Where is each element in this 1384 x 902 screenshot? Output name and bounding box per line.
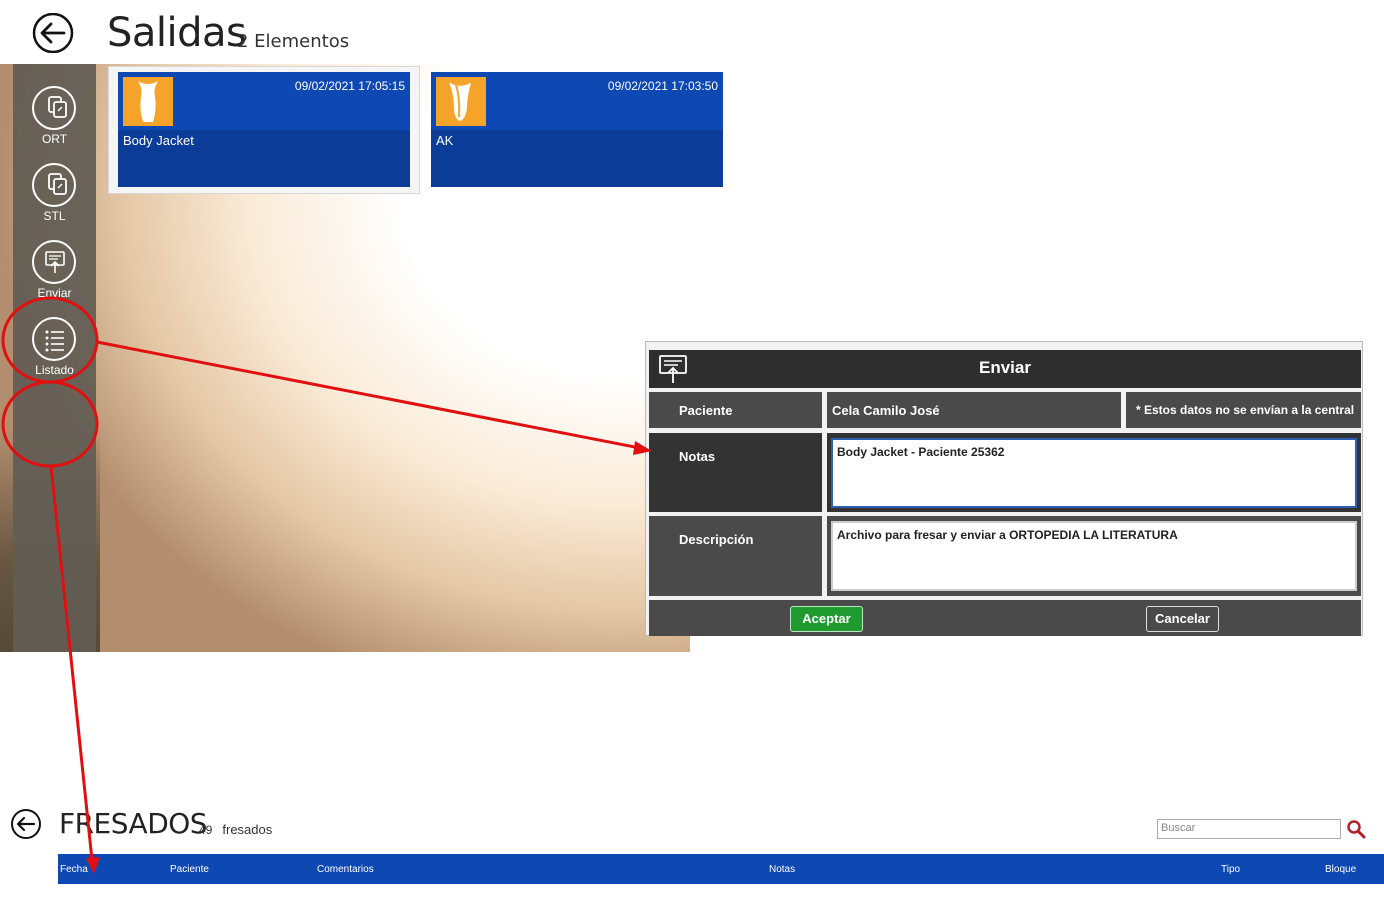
column-header-comentarios[interactable]: Comentarios <box>317 864 374 875</box>
dialog-footer: Aceptar Cancelar <box>649 600 1361 636</box>
tile-date: 09/02/2021 17:03:50 <box>607 79 718 93</box>
sidebar-item-label: ORT <box>41 132 68 146</box>
fresados-count: 49 fresados <box>199 822 272 837</box>
document-copy-icon <box>48 96 67 118</box>
table-header: Fecha Paciente Comentarios Notas Tipo Bl… <box>58 854 1384 884</box>
sidebar-item-ort[interactable]: ORT <box>13 86 96 158</box>
dialog-header: Enviar <box>649 350 1361 388</box>
paciente-value: Cela Camilo José <box>832 403 940 418</box>
paciente-label: Paciente <box>679 403 733 418</box>
back-arrow-icon[interactable] <box>10 808 42 840</box>
privacy-note-cell: * Estos datos no se envían a la central <box>1126 392 1361 428</box>
column-header-paciente[interactable]: Paciente <box>170 864 209 875</box>
cancel-button[interactable]: Cancelar <box>1146 606 1219 632</box>
send-upload-icon <box>45 251 65 273</box>
send-dialog: Enviar Paciente Cela Camilo José * Estos… <box>645 341 1363 636</box>
tile-date: 09/02/2021 17:05:15 <box>294 79 405 93</box>
notas-field[interactable]: Body Jacket - Paciente 25362 <box>831 438 1357 508</box>
tile-name: Body Jacket <box>123 133 194 148</box>
descripcion-field-cell: Archivo para fresar y enviar a ORTOPEDIA… <box>827 516 1361 596</box>
notas-label-cell: Notas <box>649 433 822 512</box>
column-header-bloque[interactable]: Bloque <box>1325 864 1356 875</box>
fresados-title: FRESADOS <box>59 807 208 840</box>
notas-field-cell: Body Jacket - Paciente 25362 <box>827 433 1361 512</box>
dialog-title: Enviar <box>979 358 1031 377</box>
sidebar: ORT STL Enviar Listado <box>13 64 96 652</box>
search-input[interactable]: Buscar <box>1157 819 1341 839</box>
descripcion-label-cell: Descripción <box>649 516 822 596</box>
privacy-note: * Estos datos no se envían a la central <box>1136 403 1355 417</box>
fresados-count-suffix: fresados <box>222 822 273 837</box>
paciente-label-cell: Paciente <box>649 392 822 428</box>
notas-label: Notas <box>679 449 716 464</box>
search-icon[interactable] <box>1346 819 1366 839</box>
body-jacket-icon <box>123 77 173 126</box>
sidebar-item-enviar[interactable]: Enviar <box>13 240 96 312</box>
tile-ak[interactable]: 09/02/2021 17:03:50 AK <box>431 72 723 187</box>
sidebar-item-label: STL <box>43 209 66 223</box>
sidebar-item-listado[interactable]: Listado <box>13 317 96 389</box>
ak-socket-icon <box>436 77 486 126</box>
list-icon <box>45 330 64 352</box>
column-header-notas[interactable]: Notas <box>769 864 795 875</box>
accept-button[interactable]: Aceptar <box>790 606 863 632</box>
sidebar-item-stl[interactable]: STL <box>13 163 96 235</box>
table-row[interactable] <box>58 884 1384 902</box>
descripcion-label: Descripción <box>679 532 754 547</box>
fresados-count-number: 49 <box>199 823 213 837</box>
tile-body-jacket[interactable]: 09/02/2021 17:05:15 Body Jacket <box>118 72 410 187</box>
descripcion-field[interactable]: Archivo para fresar y enviar a ORTOPEDIA… <box>831 521 1357 591</box>
item-count: 2 Elementos <box>237 31 350 52</box>
back-arrow-icon[interactable] <box>32 13 76 53</box>
paciente-value-cell: Cela Camilo José <box>827 392 1121 428</box>
page-title: Salidas <box>107 10 247 56</box>
tile-name: AK <box>436 133 454 148</box>
column-header-fecha[interactable]: Fecha <box>60 864 88 875</box>
sidebar-item-label: Enviar <box>37 286 72 300</box>
column-header-tipo[interactable]: Tipo <box>1221 864 1240 875</box>
sidebar-item-label: Listado <box>35 363 74 377</box>
document-copy-icon <box>48 173 67 195</box>
